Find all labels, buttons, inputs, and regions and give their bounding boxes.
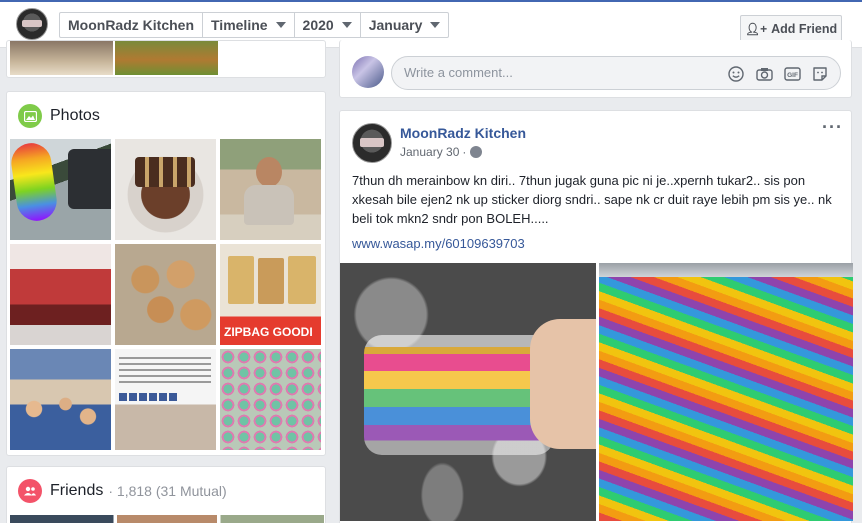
zipbag-1 [228,256,254,304]
emoji-icon[interactable] [727,65,745,83]
child-head [256,157,282,187]
page-name-link[interactable]: MoonRadz Kitchen [60,13,203,37]
chevron-down-icon [341,22,352,28]
add-friend-icon: 👤︎+ [744,21,768,36]
photos-header[interactable]: Photos [18,104,100,128]
month-label: January [368,17,423,33]
friends-count: · 1,818 (31 Mutual) [108,483,227,499]
page-name-label: MoonRadz Kitchen [68,17,194,33]
cake-photo[interactable] [115,139,216,240]
zipbag-2 [258,258,284,304]
post-meta: January 30 · [400,145,483,159]
year-dropdown[interactable]: 2020 [295,13,361,37]
child-photo[interactable] [220,139,321,240]
photos-card: Photos ZIPBAG GOODI [6,91,326,456]
timeline-navigation: MoonRadz Kitchen Timeline 2020 January [59,12,450,38]
friends-title: Friends [50,482,104,499]
post-card: MoonRadz Kitchen January 30 · ··· 7thun … [339,110,853,523]
post-text: 7thun dh merainbow kn diri.. 7thun jugak… [352,173,832,226]
add-friend-button[interactable]: 👤︎+ Add Friend [740,15,842,42]
timeline-dropdown[interactable]: Timeline [203,13,295,37]
cookie-jar [364,335,554,455]
month-dropdown[interactable]: January [361,13,449,37]
comment-input[interactable] [404,65,704,80]
previous-photos-strip [6,40,326,78]
zipbag-goodies-photo[interactable]: ZIPBAG GOODI [220,244,321,345]
svg-text:GIF: GIF [787,72,798,79]
chevron-down-icon [430,22,441,28]
year-label: 2020 [302,17,334,33]
post-image-rainbow-cookies[interactable] [599,263,853,521]
commenter-avatar[interactable] [352,56,384,88]
car-shape [68,149,111,209]
friend-thumbnails [10,515,324,523]
zipbag-3 [288,256,316,304]
rainbow-cookie [10,140,60,224]
friends-icon [18,479,42,503]
poster-icons [119,393,179,401]
photos-title: Photos [50,107,100,124]
zipbag-caption: ZIPBAG GOODI [224,325,313,339]
page-avatar[interactable] [16,8,48,40]
post-author-avatar[interactable] [352,123,392,163]
cake-toppers [135,157,195,187]
rainbow-cookie-photo[interactable] [10,139,111,240]
red-chairs-photo[interactable] [10,244,111,345]
cookies-thumbnail[interactable] [115,41,218,75]
cupcakes-photo[interactable] [220,349,321,450]
camera-icon[interactable] [755,65,773,83]
friends-header[interactable]: Friends · 1,818 (31 Mutual) [18,479,227,503]
cake-thumbnail[interactable] [10,41,113,75]
sticker-icon[interactable] [811,65,829,83]
tray-edge [599,263,853,277]
post-date[interactable]: January 30 [400,145,459,159]
globe-icon[interactable] [470,146,483,158]
post-image-cookie-jar[interactable] [340,263,596,521]
post-author-name[interactable]: MoonRadz Kitchen [400,125,526,141]
post-link[interactable]: www.wasap.my/60109639703 [352,236,525,251]
friends-card: Friends · 1,818 (31 Mutual) [6,466,326,523]
gif-icon[interactable]: GIF [783,65,801,83]
add-friend-label: Add Friend [771,21,838,36]
timeline-label: Timeline [211,17,268,33]
photos-icon [18,104,42,128]
family-dinner-photo[interactable] [10,349,111,450]
child-body [244,185,294,225]
chevron-down-icon [275,22,286,28]
comment-composer-card: GIF [339,40,852,98]
table-people [16,389,106,439]
hand-shape [530,319,596,449]
dot-separator: · [462,145,467,159]
event-poster-photo[interactable] [115,349,216,450]
more-icon[interactable]: ··· [822,118,843,136]
comment-box[interactable]: GIF [391,56,841,90]
poster-text-lines [119,357,211,387]
buns-photo[interactable] [115,244,216,345]
